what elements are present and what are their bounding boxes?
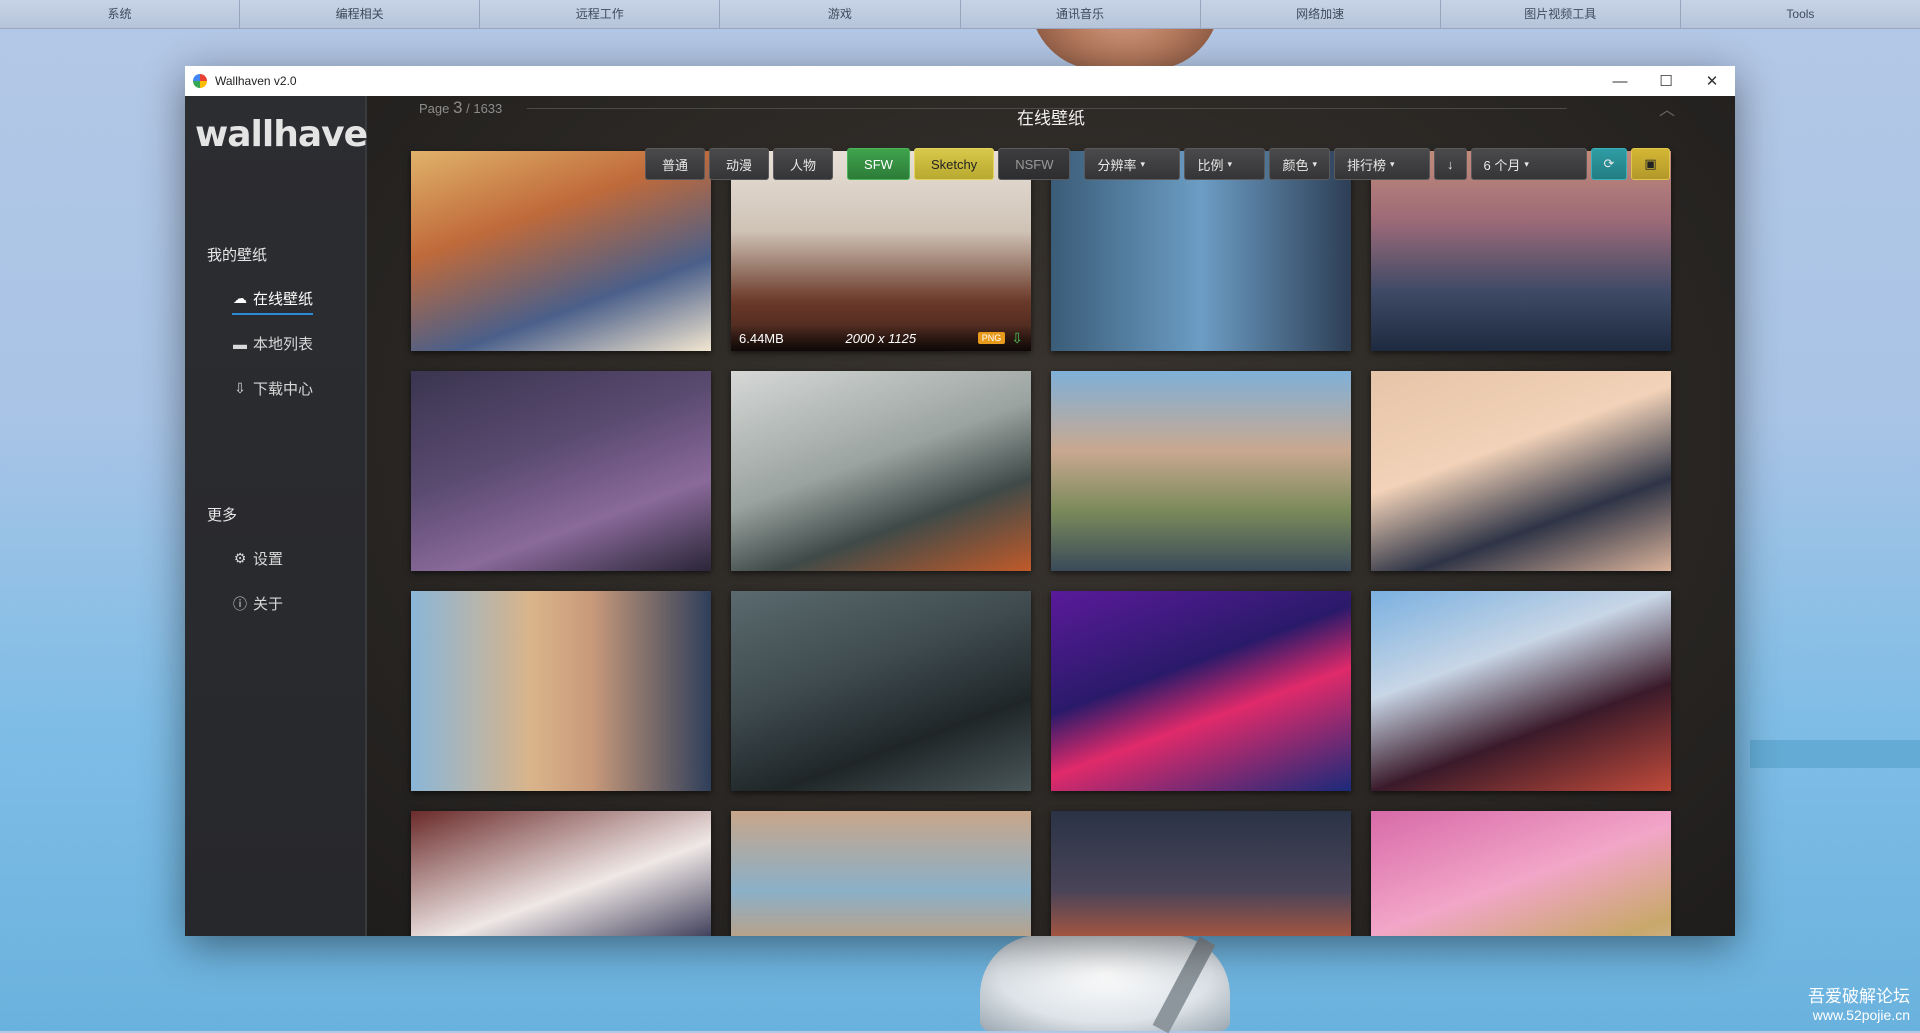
image-resolution: 2000 x 1125	[845, 330, 917, 346]
thumb-info-bar: 6.44MB 2000 x 1125 PNG ⇩	[731, 325, 1031, 351]
site-watermark: 吾爱破解论坛 www.52pojie.cn	[1808, 982, 1910, 1023]
wallpaper-thumb[interactable]: 6.44MB 2000 x 1125 PNG ⇩	[731, 151, 1031, 351]
wallhaven-logo: wallhaven	[195, 114, 393, 155]
download-icon[interactable]: ⇩	[1011, 330, 1023, 347]
wallpaper-thumb[interactable]	[731, 371, 1031, 571]
wallpaper-thumb[interactable]	[1371, 371, 1671, 571]
save-icon: ▣	[1644, 156, 1657, 171]
wallpaper-thumb[interactable]	[1371, 811, 1671, 936]
color-label: 颜色	[1282, 157, 1309, 173]
wallpaper-thumb[interactable]	[731, 591, 1031, 791]
time-range-dropdown[interactable]: 6 个月 ▾	[1470, 148, 1587, 180]
taskbar-item-communication[interactable]: 通讯音乐	[961, 0, 1201, 28]
save-button[interactable]: ▣	[1631, 148, 1670, 180]
taskbar-item-tools[interactable]: Tools	[1681, 0, 1920, 28]
wallpaper-thumb[interactable]	[1371, 151, 1671, 351]
format-badge: PNG	[977, 332, 1006, 344]
category-anime-button[interactable]: 动漫	[709, 148, 770, 180]
wallpaper-thumb[interactable]	[1051, 371, 1351, 571]
page-title: 在线壁纸	[1017, 109, 1085, 128]
section-my-wallpapers: 我的壁纸	[207, 247, 268, 264]
app-window: Wallhaven v2.0 — ☐ ✕ wallhaven 我的壁纸 ☁ 在线…	[185, 66, 1735, 936]
folder-icon: ▬	[233, 335, 247, 352]
purity-nsfw-button[interactable]: NSFW	[998, 148, 1071, 180]
app-logo-icon	[193, 74, 207, 88]
watermark-url: www.52pojie.cn	[1812, 1007, 1910, 1023]
window-controls: — ☐ ✕	[1597, 66, 1735, 96]
taskbar-item-media-tools[interactable]: 图片视频工具	[1441, 0, 1681, 28]
wallpaper-thumb[interactable]	[1051, 811, 1351, 936]
sidebar: wallhaven 我的壁纸 ☁ 在线壁纸 ▬ 本地列表 ⇩ 下载中心 更多 ⚙…	[185, 96, 393, 936]
filter-toolbar: 普通 动漫 人物 SFW Sketchy NSFW 分辨率 ▾ 比例 ▾ 颜色	[645, 148, 1670, 180]
category-people-button[interactable]: 人物	[773, 148, 834, 180]
taskbar-item-remote-work[interactable]: 远程工作	[480, 0, 721, 28]
main-content: Page 3 / 1633 ︿ 在线壁纸 普通 动漫 人物 SFW Sketch…	[367, 96, 1735, 936]
sidebar-item-label: 关于	[253, 596, 284, 613]
minimize-button[interactable]: —	[1597, 66, 1643, 96]
purity-sketchy-button[interactable]: Sketchy	[913, 148, 995, 180]
time-range-label: 6 个月	[1483, 157, 1521, 173]
download-icon: ⇩	[234, 380, 246, 396]
gear-icon: ⚙	[233, 550, 247, 566]
sidebar-item-label: 在线壁纸	[253, 291, 314, 308]
chevron-down-icon: ▾	[1524, 158, 1529, 169]
taskbar-item-games[interactable]: 游戏	[720, 0, 961, 28]
chevron-down-icon: ▾	[1140, 158, 1146, 169]
info-icon: ⓘ	[233, 595, 247, 612]
sidebar-item-online[interactable]: ☁ 在线壁纸	[232, 288, 314, 315]
watermark-cn: 吾爱破解论坛	[1808, 987, 1910, 1006]
wallpaper-thumb[interactable]	[411, 811, 711, 936]
wallpaper-thumb[interactable]	[1051, 151, 1351, 351]
resolution-dropdown[interactable]: 分辨率 ▾	[1084, 148, 1181, 180]
file-size: 6.44MB	[739, 330, 784, 346]
sort-dropdown[interactable]: 排行榜 ▾	[1334, 148, 1431, 180]
wallpaper-thumb[interactable]	[1371, 591, 1671, 791]
top-taskbar: 系统 编程相关 远程工作 游戏 通讯音乐 网络加速 图片视频工具 Tools	[0, 0, 1920, 29]
wallpaper-thumb[interactable]	[411, 151, 711, 351]
maximize-button[interactable]: ☐	[1643, 66, 1689, 96]
section-more: 更多	[207, 507, 238, 524]
wallpaper-thumb[interactable]	[411, 591, 711, 791]
order-toggle-button[interactable]: ↓	[1434, 148, 1467, 180]
chevron-down-icon: ▾	[1390, 158, 1395, 169]
sidebar-item-settings[interactable]: ⚙ 设置	[232, 548, 283, 569]
refresh-icon: ⟳	[1603, 156, 1615, 171]
wallpaper-thumb[interactable]	[411, 371, 711, 571]
wallpaper-band	[1750, 740, 1920, 768]
purity-sfw-button[interactable]: SFW	[847, 148, 910, 180]
cloud-icon: ☁	[233, 290, 247, 306]
sort-label: 排行榜	[1347, 157, 1387, 173]
sidebar-item-about[interactable]: ⓘ 关于	[232, 593, 283, 614]
resolution-label: 分辨率	[1097, 157, 1137, 173]
wallpaper-thumb[interactable]	[731, 811, 1031, 936]
arrow-down-icon: ↓	[1447, 156, 1454, 172]
wallpaper-thumb[interactable]	[1051, 591, 1351, 791]
category-general-button[interactable]: 普通	[645, 148, 706, 180]
sidebar-item-label: 设置	[253, 551, 284, 568]
window-body: wallhaven 我的壁纸 ☁ 在线壁纸 ▬ 本地列表 ⇩ 下载中心 更多 ⚙…	[185, 96, 1735, 936]
ratio-label: 比例	[1197, 157, 1224, 173]
taskbar-item-programming[interactable]: 编程相关	[240, 0, 481, 28]
sidebar-item-label: 本地列表	[253, 336, 314, 353]
taskbar-item-network[interactable]: 网络加速	[1201, 0, 1441, 28]
chevron-down-icon: ▾	[1227, 158, 1233, 169]
taskbar-item-system[interactable]: 系统	[0, 0, 241, 28]
sidebar-item-local[interactable]: ▬ 本地列表	[232, 333, 313, 354]
sidebar-item-downloads[interactable]: ⇩ 下载中心	[232, 378, 313, 399]
title-bar[interactable]: Wallhaven v2.0 — ☐ ✕	[185, 66, 1735, 96]
wallpaper-grid: 6.44MB 2000 x 1125 PNG ⇩	[411, 151, 1671, 936]
refresh-button[interactable]: ⟳	[1590, 148, 1628, 180]
chevron-down-icon: ▾	[1312, 158, 1318, 169]
window-title: Wallhaven v2.0	[215, 74, 297, 88]
ratio-dropdown[interactable]: 比例 ▾	[1184, 148, 1266, 180]
color-dropdown[interactable]: 颜色 ▾	[1269, 148, 1331, 180]
close-button[interactable]: ✕	[1689, 66, 1735, 96]
sidebar-item-label: 下载中心	[253, 381, 314, 398]
